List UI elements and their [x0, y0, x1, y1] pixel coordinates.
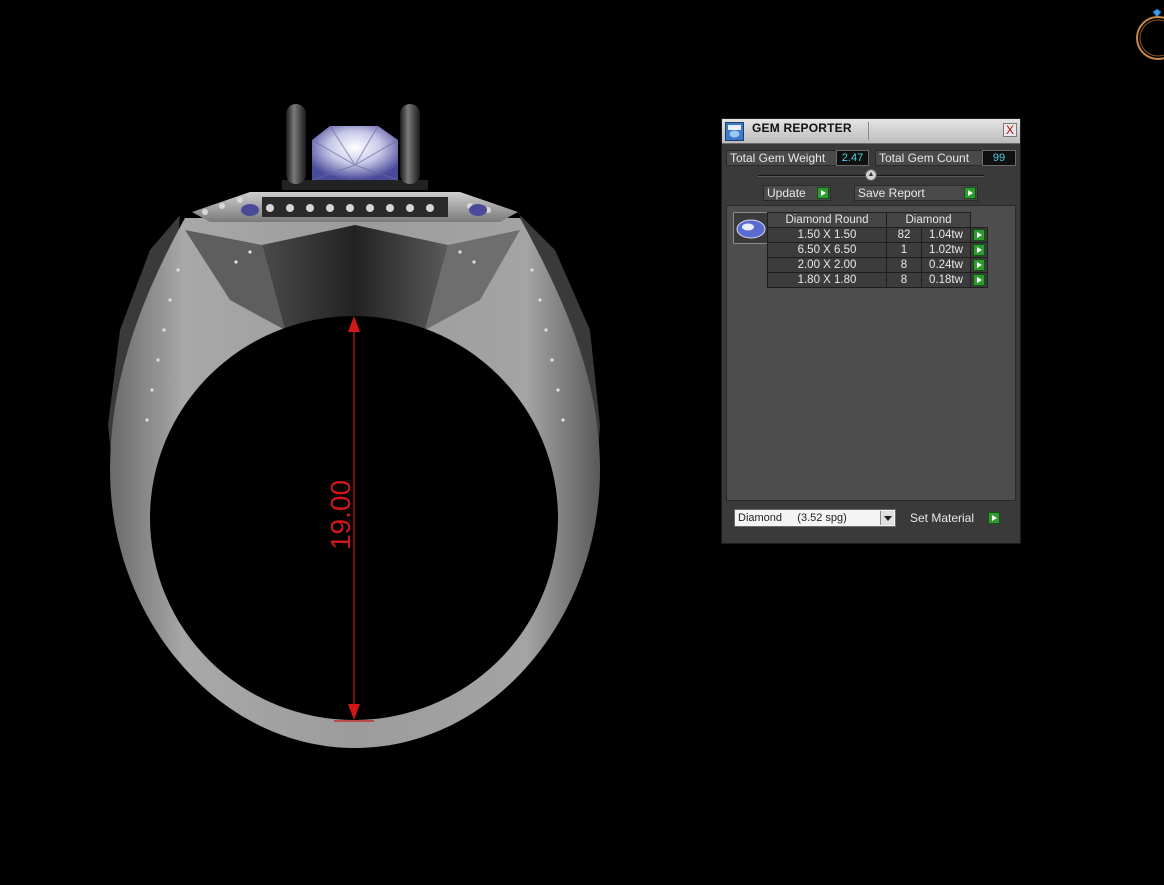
- gem-size: 6.50 X 6.50: [767, 242, 887, 258]
- column-header-material: Diamond: [886, 212, 971, 228]
- save-report-button[interactable]: Save Report: [854, 185, 978, 201]
- collapse-toggle-icon[interactable]: ▲: [865, 169, 877, 181]
- prong-left: [286, 104, 306, 184]
- gem-size: 1.80 X 1.80: [767, 272, 887, 288]
- gem-weight: 1.02tw: [921, 242, 971, 258]
- accent-gem-right: [469, 204, 487, 216]
- material-select-value: Diamond (3.52 spg): [738, 512, 847, 524]
- gem-weight: 0.18tw: [921, 272, 971, 288]
- update-button[interactable]: Update: [763, 185, 831, 201]
- prong-right: [400, 104, 420, 184]
- ring-logo-icon[interactable]: [1132, 6, 1164, 60]
- gem-count: 1: [886, 242, 922, 258]
- total-gem-weight-value: 2.47: [836, 150, 869, 166]
- gem-count: 8: [886, 257, 922, 273]
- row-select-button[interactable]: [970, 272, 988, 288]
- material-select[interactable]: Diamond (3.52 spg): [734, 509, 896, 527]
- dimension-label: 19.00: [325, 480, 356, 550]
- center-stone: [312, 126, 398, 180]
- diamond-round-icon[interactable]: [733, 212, 769, 244]
- column-header-gem-type: Diamond Round: [767, 212, 887, 228]
- play-arrow-icon: [973, 274, 985, 286]
- gem-table: Diamond Round Diamond 1.50 X 1.50 82 1.0…: [767, 212, 988, 288]
- ring-inner-facet: [262, 225, 448, 330]
- gem-reporter-title: GEM REPORTER: [752, 121, 852, 135]
- gem-reporter-panel[interactable]: GEM REPORTER X Total Gem Weight 2.47 Tot…: [721, 118, 1021, 544]
- table-row[interactable]: 6.50 X 6.50 1 1.02tw: [767, 242, 988, 258]
- gem-size: 2.00 X 2.00: [767, 257, 887, 273]
- set-material-button[interactable]: Set Material: [906, 510, 1002, 526]
- update-button-label: Update: [767, 186, 806, 200]
- play-arrow-icon: [973, 259, 985, 271]
- row-select-button[interactable]: [970, 242, 988, 258]
- play-arrow-icon: [988, 512, 1000, 524]
- gem-size: 1.50 X 1.50: [767, 227, 887, 243]
- play-arrow-icon: [817, 187, 829, 199]
- total-gem-count-value: 99: [982, 150, 1016, 166]
- gem-reporter-titlebar[interactable]: GEM REPORTER X: [722, 119, 1020, 144]
- gem-list-area[interactable]: Diamond Round Diamond 1.50 X 1.50 82 1.0…: [726, 205, 1016, 501]
- gem-reporter-icon: [725, 122, 744, 141]
- play-arrow-icon: [964, 187, 976, 199]
- gem-count: 82: [886, 227, 922, 243]
- row-select-button[interactable]: [970, 227, 988, 243]
- save-report-button-label: Save Report: [858, 186, 925, 200]
- close-button[interactable]: X: [1003, 123, 1017, 137]
- gem-weight: 0.24tw: [921, 257, 971, 273]
- row-select-button[interactable]: [970, 257, 988, 273]
- table-header-row: Diamond Round Diamond: [767, 212, 988, 228]
- table-row[interactable]: 1.50 X 1.50 82 1.04tw: [767, 227, 988, 243]
- chevron-down-icon[interactable]: [880, 511, 894, 525]
- play-arrow-icon: [973, 229, 985, 241]
- table-row[interactable]: 1.80 X 1.80 8 0.18tw: [767, 272, 988, 288]
- gem-weight: 1.04tw: [921, 227, 971, 243]
- set-material-button-label: Set Material: [910, 511, 975, 525]
- play-arrow-icon: [973, 244, 985, 256]
- gem-count: 8: [886, 272, 922, 288]
- table-row[interactable]: 2.00 X 2.00 8 0.24tw: [767, 257, 988, 273]
- title-separator: [868, 122, 869, 140]
- accent-gem-left: [241, 204, 259, 216]
